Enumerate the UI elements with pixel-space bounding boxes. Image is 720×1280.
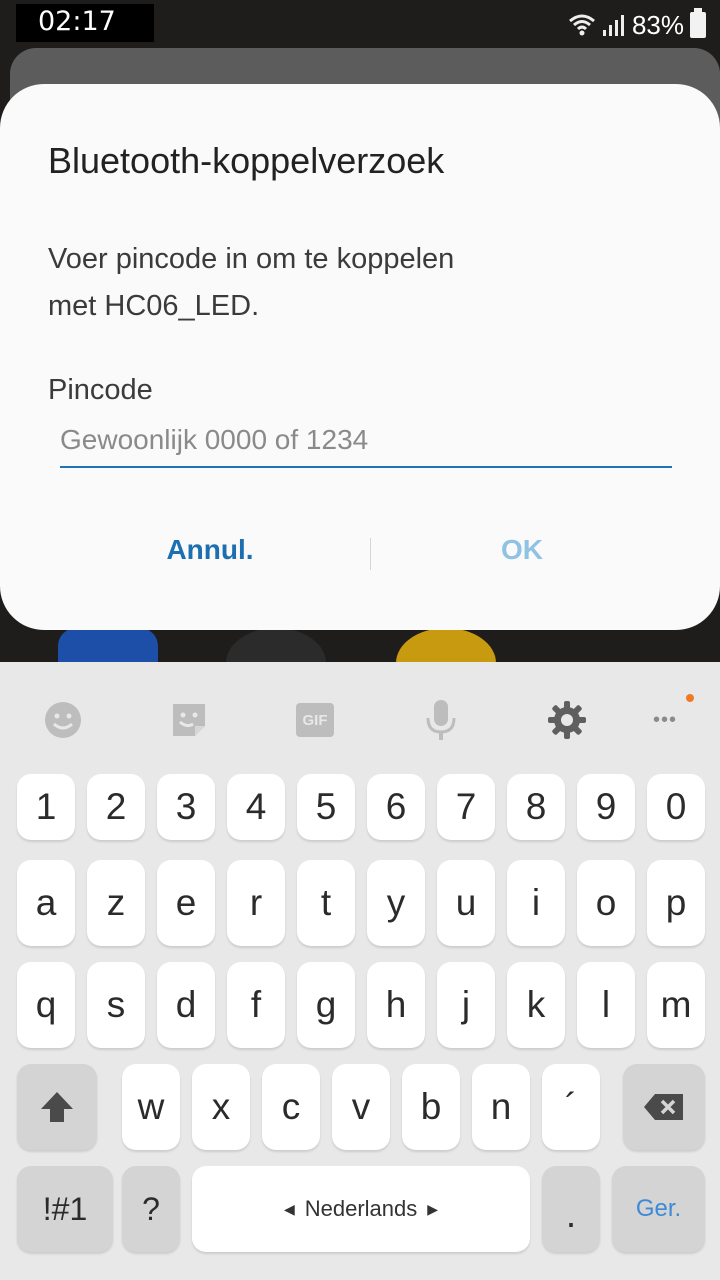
- key-i[interactable]: i: [507, 860, 565, 946]
- enter-key[interactable]: Ger.: [612, 1166, 705, 1252]
- key-m[interactable]: m: [647, 962, 705, 1048]
- emoji-icon[interactable]: [38, 698, 88, 742]
- notification-dot: [686, 694, 694, 702]
- period-key[interactable]: .: [542, 1166, 600, 1252]
- pin-input[interactable]: [60, 414, 672, 468]
- status-bar: 02:17 83%: [0, 0, 720, 48]
- key-x[interactable]: x: [192, 1064, 250, 1150]
- key-g[interactable]: g: [297, 962, 355, 1048]
- key-j[interactable]: j: [437, 962, 495, 1048]
- dialog-title: Bluetooth-koppelverzoek: [48, 140, 445, 181]
- backspace-key[interactable]: [623, 1064, 705, 1150]
- key-7[interactable]: 7: [437, 774, 495, 840]
- backspace-icon: [644, 1094, 683, 1120]
- symbols-key[interactable]: !#1: [17, 1166, 113, 1252]
- key-n[interactable]: n: [472, 1064, 530, 1150]
- key-h[interactable]: h: [367, 962, 425, 1048]
- key-2[interactable]: 2: [87, 774, 145, 840]
- key-k[interactable]: k: [507, 962, 565, 1048]
- key-z[interactable]: z: [87, 860, 145, 946]
- signal-icon: [602, 15, 624, 36]
- language-label: Nederlands: [304, 1196, 418, 1221]
- dialog-message: Voer pincode in om te koppelen met HC06_…: [48, 236, 568, 330]
- key-5[interactable]: 5: [297, 774, 355, 840]
- key-8[interactable]: 8: [507, 774, 565, 840]
- shift-icon: [41, 1092, 73, 1122]
- pin-label: Pincode: [48, 374, 153, 406]
- dialog-message-line: Voer pincode in om te koppelen: [48, 243, 455, 275]
- gif-label: GIF: [296, 703, 334, 737]
- key-1[interactable]: 1: [17, 774, 75, 840]
- key-b[interactable]: b: [402, 1064, 460, 1150]
- status-icons: 83%: [568, 8, 706, 42]
- bluetooth-pairing-dialog: Bluetooth-koppelverzoek Voer pincode in …: [0, 84, 720, 630]
- key-s[interactable]: s: [87, 962, 145, 1048]
- key-w[interactable]: w: [122, 1064, 180, 1150]
- key-d[interactable]: d: [157, 962, 215, 1048]
- dialog-message-line: met HC06_LED.: [48, 290, 260, 322]
- key-6[interactable]: 6: [367, 774, 425, 840]
- key-o[interactable]: o: [577, 860, 635, 946]
- screen: 02:17 83% Bluetooth-koppelverzoek Voer p…: [0, 0, 720, 1280]
- key-v[interactable]: v: [332, 1064, 390, 1150]
- chevron-right-icon: ▶: [427, 1200, 439, 1217]
- key-r[interactable]: r: [227, 860, 285, 946]
- key-acute[interactable]: ´: [542, 1064, 600, 1150]
- battery-percent: 83%: [631, 9, 684, 40]
- sticker-icon[interactable]: [164, 698, 214, 742]
- gif-icon[interactable]: GIF: [290, 698, 340, 742]
- key-a[interactable]: a: [17, 860, 75, 946]
- ok-button[interactable]: OK: [422, 534, 622, 566]
- microphone-icon[interactable]: [416, 698, 466, 742]
- cancel-button[interactable]: Annul.: [110, 534, 310, 566]
- key-0[interactable]: 0: [647, 774, 705, 840]
- key-c[interactable]: c: [262, 1064, 320, 1150]
- chevron-left-icon: ◀: [283, 1200, 295, 1217]
- more-icon[interactable]: •••: [640, 694, 694, 742]
- settings-icon[interactable]: [542, 698, 592, 742]
- shift-key[interactable]: [17, 1064, 97, 1150]
- key-q[interactable]: q: [17, 962, 75, 1048]
- spacebar[interactable]: ◀ Nederlands ▶: [192, 1166, 530, 1252]
- status-time: 02:17: [16, 4, 154, 42]
- period-label: .: [565, 1194, 577, 1235]
- key-4[interactable]: 4: [227, 774, 285, 840]
- key-l[interactable]: l: [577, 962, 635, 1048]
- key-u[interactable]: u: [437, 860, 495, 946]
- key-9[interactable]: 9: [577, 774, 635, 840]
- wifi-icon: [568, 14, 595, 36]
- key-y[interactable]: y: [367, 860, 425, 946]
- key-e[interactable]: e: [157, 860, 215, 946]
- keyboard: GIF ••• 1 2 3 4 5 6 7 8 9 0 a z e r t y …: [0, 662, 720, 1280]
- key-f[interactable]: f: [227, 962, 285, 1048]
- more-label: •••: [652, 708, 677, 731]
- button-divider: [370, 538, 371, 570]
- battery-icon: [690, 8, 706, 38]
- key-p[interactable]: p: [647, 860, 705, 946]
- question-key[interactable]: ?: [122, 1166, 180, 1252]
- key-t[interactable]: t: [297, 860, 355, 946]
- key-3[interactable]: 3: [157, 774, 215, 840]
